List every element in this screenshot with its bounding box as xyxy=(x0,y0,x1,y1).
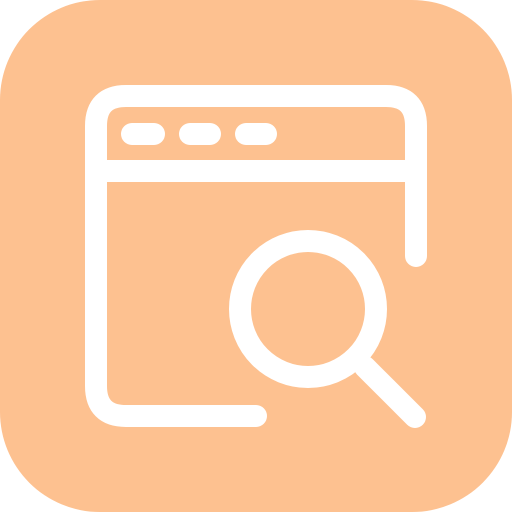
app-icon xyxy=(0,0,512,512)
browser-search-icon xyxy=(0,0,512,512)
